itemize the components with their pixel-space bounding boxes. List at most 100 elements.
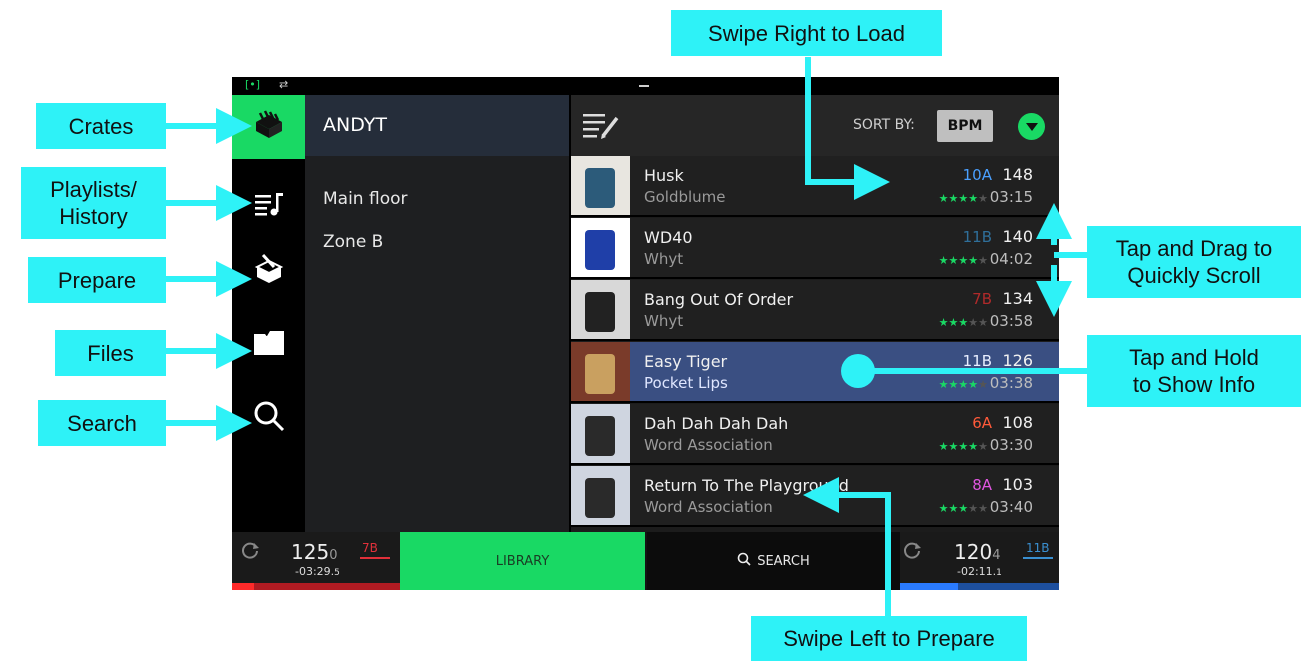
- sidebar-item-search[interactable]: [232, 386, 305, 450]
- deck-2-bpm-decimal: 4: [992, 548, 1001, 563]
- sidebar-item-prepare[interactable]: [232, 239, 305, 303]
- deck-2-info[interactable]: 1204 -02:11.1 11B: [900, 532, 1059, 590]
- sidebar-item-crates[interactable]: [232, 95, 305, 159]
- callout-swipe-right: Swipe Right to Load: [671, 10, 942, 56]
- rating-star-icon: ★: [978, 254, 988, 267]
- folder-icon: [253, 330, 285, 360]
- rating-star-icon: ★: [958, 316, 969, 329]
- rating-star-icon: ★: [948, 254, 959, 267]
- bottom-search-button[interactable]: SEARCH: [647, 532, 900, 590]
- sort-direction-button[interactable]: [1018, 113, 1045, 140]
- deck-2-key-underline: [1023, 557, 1053, 559]
- track-key: 6A: [972, 414, 992, 432]
- track-rating[interactable]: ★★★★★: [939, 316, 988, 329]
- track-title: WD40: [644, 228, 693, 247]
- crate-item-zone-b[interactable]: Zone B: [323, 232, 383, 252]
- deck-1-bpm-main: 125: [291, 540, 330, 564]
- callout-tap-hold-line2: to Show Info: [1132, 372, 1256, 397]
- callout-tap-drag-line1: Tap and Drag to: [1115, 236, 1273, 261]
- deck-1-info[interactable]: 1250 -03:29.5 7B: [232, 532, 400, 590]
- deck-1-remaining: -03:29.5: [295, 565, 340, 578]
- bottom-bar: 1250 -03:29.5 7B LIBRARY SEARCH 1204 -02…: [232, 532, 1059, 590]
- track-artist: Goldblume: [644, 188, 726, 206]
- album-art: [571, 156, 630, 215]
- track-artist: Word Association: [644, 498, 773, 516]
- album-art: [571, 466, 630, 525]
- callout-swipe-left: Swipe Left to Prepare: [751, 616, 1027, 661]
- track-rating[interactable]: ★★★★★: [939, 192, 988, 205]
- rating-star-icon: ★: [938, 378, 949, 391]
- edit-list-icon[interactable]: [582, 110, 622, 144]
- rating-star-icon: ★: [938, 192, 949, 205]
- sync-icon[interactable]: [240, 540, 260, 564]
- rating-star-icon: ★: [968, 254, 979, 267]
- track-list[interactable]: SORT BY: BPM Husk Goldblume 10A 148 03:15 ★★★…: [571, 95, 1059, 532]
- deck-2-remaining-decimal: 1: [996, 568, 1002, 578]
- track-artist: Pocket Lips: [644, 374, 728, 392]
- crates-panel: ANDYT Main floor Zone B: [305, 95, 569, 532]
- track-row[interactable]: WD40 Whyt 11B 140 04:02 ★★★★★: [571, 218, 1059, 279]
- track-bpm: 126: [1002, 351, 1033, 370]
- track-key: 10A: [962, 166, 992, 184]
- deck-2-bpm-main: 120: [954, 540, 993, 564]
- callout-tap-drag-line2: Quickly Scroll: [1127, 263, 1261, 288]
- sort-by-bpm-button[interactable]: BPM: [937, 110, 993, 142]
- search-icon: [737, 552, 751, 570]
- library-button[interactable]: LIBRARY: [400, 532, 645, 590]
- track-rating[interactable]: ★★★★★: [939, 440, 988, 453]
- status-bar: [•] ⇄: [232, 77, 1059, 95]
- rating-star-icon: ★: [938, 440, 949, 453]
- callout-tap-hold: Tap and Hold to Show Info: [1087, 335, 1301, 407]
- prepare-icon: [254, 253, 284, 289]
- track-title: Dah Dah Dah Dah: [644, 414, 789, 433]
- callout-search: Search: [38, 400, 166, 446]
- album-art: [571, 218, 630, 277]
- sync-icon[interactable]: [902, 540, 922, 564]
- rating-star-icon: ★: [968, 316, 979, 329]
- rating-star-icon: ★: [948, 378, 959, 391]
- repeat-icon: ⇄: [279, 78, 289, 91]
- sidebar-item-files[interactable]: [232, 313, 305, 377]
- callout-files: Files: [55, 330, 166, 376]
- device-screen: [•] ⇄ ANDYT Main floor Zone B SORT BY: B…: [232, 77, 1059, 590]
- crate-item-main-floor[interactable]: Main floor: [323, 189, 408, 209]
- deck-2-remaining: -02:11.1: [957, 565, 1002, 578]
- rating-star-icon: ★: [968, 192, 979, 205]
- track-row[interactable]: Bang Out Of Order Whyt 7B 134 03:58 ★★★★★: [571, 280, 1059, 341]
- track-rating[interactable]: ★★★★★: [939, 502, 988, 515]
- rating-star-icon: ★: [978, 440, 988, 453]
- deck-1-remaining-decimal: 5: [334, 568, 340, 578]
- track-row[interactable]: Husk Goldblume 10A 148 03:15 ★★★★★: [571, 156, 1059, 217]
- playlist-icon: [254, 190, 284, 222]
- rating-star-icon: ★: [978, 192, 988, 205]
- track-rating[interactable]: ★★★★★: [939, 254, 988, 267]
- rating-star-icon: ★: [978, 502, 988, 515]
- rating-star-icon: ★: [948, 440, 959, 453]
- callout-playlists-line1: Playlists/: [50, 177, 137, 202]
- track-row[interactable]: Dah Dah Dah Dah Word Association 6A 108 03:3…: [571, 404, 1059, 465]
- track-duration: 03:38: [989, 374, 1033, 392]
- crates-icon: [254, 110, 284, 144]
- track-row[interactable]: Easy Tiger Pocket Lips 11B 126 03:38 ★★★★★: [571, 342, 1059, 403]
- callout-prepare: Prepare: [28, 257, 166, 303]
- rating-star-icon: ★: [968, 440, 979, 453]
- deck-1-key: 7B: [362, 541, 378, 555]
- track-key: 11B: [962, 352, 992, 370]
- track-rating[interactable]: ★★★★★: [939, 378, 988, 391]
- rating-star-icon: ★: [958, 254, 969, 267]
- track-list-header: SORT BY: BPM: [571, 95, 1059, 156]
- track-bpm: 134: [1002, 289, 1033, 308]
- callout-crates: Crates: [36, 103, 166, 149]
- rating-star-icon: ★: [938, 502, 949, 515]
- track-key: 11B: [962, 228, 992, 246]
- track-title: Husk: [644, 166, 684, 185]
- chevron-down-icon: [1025, 117, 1039, 136]
- search-icon: [253, 400, 285, 436]
- track-title: Bang Out Of Order: [644, 290, 794, 309]
- rating-star-icon: ★: [938, 254, 949, 267]
- sidebar-item-playlists[interactable]: [232, 174, 305, 238]
- track-bpm: 148: [1002, 165, 1033, 184]
- track-row[interactable]: Return To The Playground Word Association…: [571, 466, 1059, 527]
- album-art: [571, 342, 630, 401]
- deck-1-remaining-main: -03:29.: [295, 565, 335, 578]
